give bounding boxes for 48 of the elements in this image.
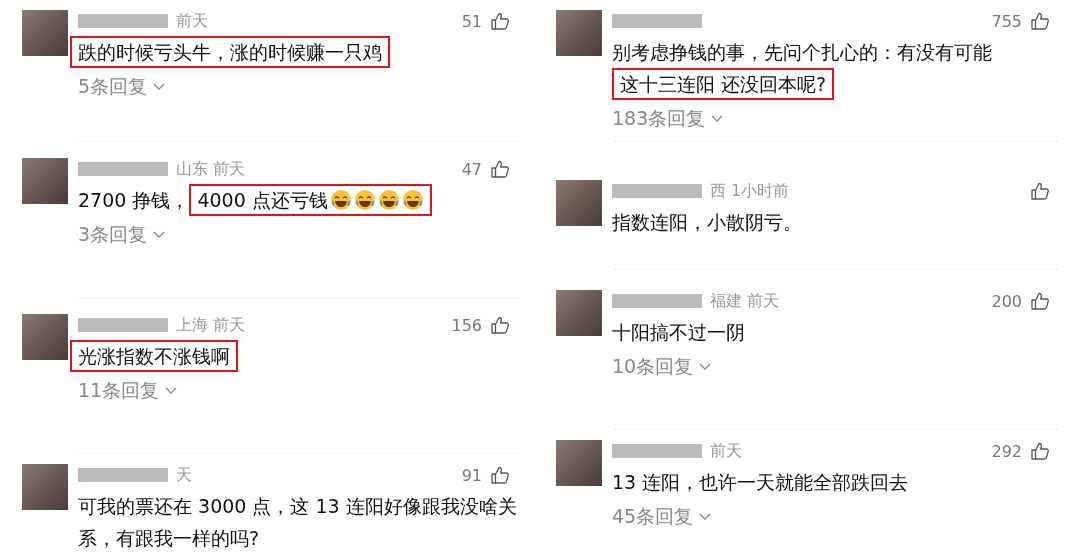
thumbs-up-icon[interactable] [1030,441,1050,461]
laughing-face-icon [401,189,424,211]
like-count: 755 [991,11,1022,31]
chevron-down-icon [153,231,166,239]
laughing-face-icon [377,189,400,211]
replies-link[interactable]: 5条回复 [78,74,166,100]
like-count: 292 [991,441,1022,461]
laughing-face-icon [329,189,352,211]
comment-meta: 山东 前天 [176,158,246,180]
thumbs-up-icon[interactable] [490,11,510,31]
comment-text: 别考虑挣钱的事，先问个扎心的：有没有可能 [612,41,992,63]
comment-meta: 西 1小时前 [710,180,790,202]
thumbs-up-icon[interactable] [1030,11,1050,31]
like-count: 51 [461,11,482,31]
comment-text: 指数连阳，小散阴亏。 [612,211,802,233]
like-count: 91 [461,465,482,485]
chevron-down-icon [711,115,724,123]
chevron-down-icon [699,363,712,371]
like-count: 200 [991,291,1022,311]
comment-text: 十阳搞不过一阴 [612,321,745,343]
thumbs-up-icon[interactable] [1030,181,1050,201]
comment-text: 可我的票还在 3000 点，这 13 连阳好像跟我没啥关系，有跟我一样的吗? [78,495,517,549]
thumbs-up-icon[interactable] [490,159,510,179]
comment-text: 2700 挣钱， [78,189,190,211]
replies-link[interactable]: 10条回复 [612,354,712,380]
highlighted-comment-text: 跌的时候亏头牛，涨的时候赚一只鸡 [70,36,390,68]
comment-meta: 前天 [710,440,742,462]
replies-link[interactable]: 45条回复 [612,504,712,530]
thumbs-up-icon[interactable] [490,465,510,485]
highlighted-comment-text: 这十三连阳 还没回本呢? [612,68,835,100]
thumbs-up-icon[interactable] [490,315,510,335]
replies-link[interactable]: 3条回复 [78,222,166,248]
laughing-face-icon [353,189,376,211]
chevron-down-icon [153,83,166,91]
highlighted-comment-text: 光涨指数不涨钱啊 [70,340,238,372]
comment-meta: 天 [176,464,192,486]
chevron-down-icon [699,513,712,521]
comment-text: 13 连阳，也许一天就能全部跌回去 [612,471,909,493]
comment-meta: 福建 前天 [710,290,780,312]
thumbs-up-icon[interactable] [1030,291,1050,311]
comment-meta: 前天 [176,10,208,32]
like-count: 47 [461,159,482,179]
comment-meta: 上海 前天 [176,314,246,336]
chevron-down-icon [165,387,178,395]
highlighted-comment-text: 4000 点还亏钱 [189,184,432,216]
replies-link[interactable]: 11条回复 [78,378,178,404]
like-count: 156 [451,315,482,335]
replies-link[interactable]: 183条回复 [612,106,724,132]
